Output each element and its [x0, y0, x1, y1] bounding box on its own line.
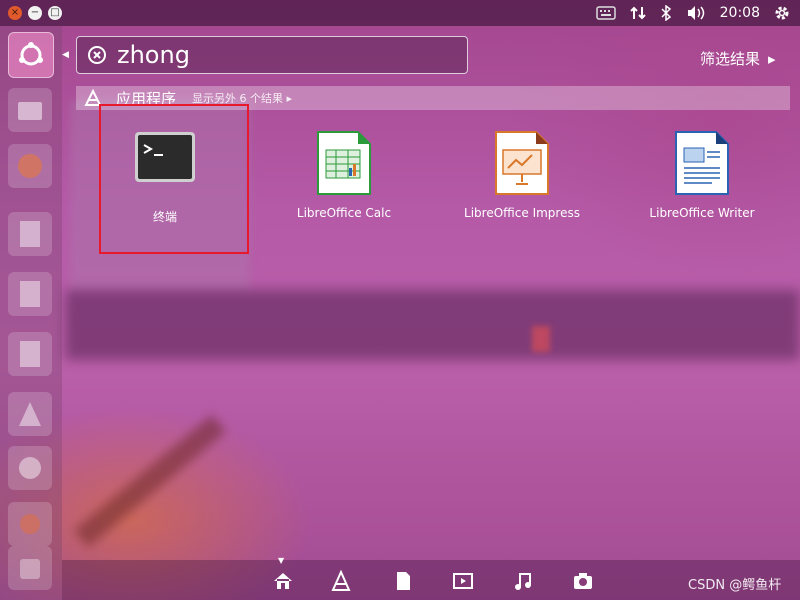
maximize-icon: □ [50, 7, 60, 18]
launcher-trash[interactable] [8, 546, 52, 590]
maximize-button[interactable]: □ [48, 6, 62, 20]
launcher-writer[interactable] [8, 212, 52, 256]
files-icon[interactable] [392, 570, 414, 592]
indicator-area: 20:08 [595, 5, 790, 21]
result-libreoffice-writer[interactable]: LibreOffice Writer [622, 130, 782, 220]
blurred-wallpaper-dot [532, 326, 550, 352]
result-label: LibreOffice Calc [296, 206, 392, 220]
clock[interactable]: 20:08 [720, 5, 760, 21]
result-label: LibreOffice Impress [464, 206, 580, 220]
libreoffice-impress-icon [495, 131, 549, 195]
close-icon: × [10, 7, 20, 18]
launcher-dash-button[interactable] [8, 32, 54, 78]
writer-icon [20, 221, 40, 247]
keyboard-icon[interactable] [595, 6, 616, 20]
settings-icon [20, 514, 40, 534]
software-center-icon [19, 402, 41, 426]
filter-results-label: 筛选结果 [700, 50, 761, 68]
libreoffice-calc-icon [317, 131, 371, 195]
bluetooth-icon[interactable] [660, 5, 672, 21]
result-libreoffice-calc[interactable]: LibreOffice Calc [264, 130, 424, 220]
minimize-button[interactable]: − [28, 6, 42, 20]
ubuntu-dash-icon [19, 42, 43, 66]
result-libreoffice-impress[interactable]: LibreOffice Impress [442, 130, 602, 220]
result-label: LibreOffice Writer [649, 206, 755, 220]
impress-icon [20, 341, 40, 367]
launcher-calc[interactable] [8, 272, 52, 316]
files-icon [18, 102, 42, 120]
close-button[interactable]: × [8, 6, 22, 20]
amazon-icon [19, 457, 41, 479]
launcher-software-center[interactable] [8, 392, 52, 436]
photo-icon[interactable] [572, 570, 594, 592]
music-icon[interactable] [512, 570, 534, 592]
active-lens-indicator-icon: ▼ [278, 556, 285, 565]
settings-icon[interactable] [774, 5, 790, 21]
home-icon[interactable] [272, 570, 294, 592]
launcher-files[interactable] [8, 88, 52, 132]
filter-results-button[interactable]: 筛选结果 ▸ [700, 48, 776, 69]
clear-search-icon[interactable] [87, 45, 107, 65]
volume-icon[interactable] [686, 5, 706, 21]
top-panel: × − □ 20:08 [0, 0, 800, 26]
highlight-annotation [99, 104, 249, 254]
calc-icon [20, 281, 40, 307]
trash-icon [20, 559, 40, 579]
launcher-amazon[interactable] [8, 446, 52, 490]
minimize-icon: − [30, 7, 40, 18]
launcher [0, 26, 62, 600]
applications-icon[interactable] [330, 570, 352, 592]
firefox-icon [18, 154, 42, 178]
libreoffice-writer-icon [675, 131, 729, 195]
launcher-active-arrow-icon: ◀ [62, 50, 69, 60]
search-input[interactable] [115, 40, 449, 70]
watermark: CSDN @鳄鱼杆 [688, 578, 782, 593]
filter-arrow-icon: ▸ [768, 49, 776, 68]
blurred-band [65, 290, 800, 360]
launcher-firefox[interactable] [8, 144, 52, 188]
network-icon[interactable] [629, 5, 646, 21]
launcher-settings[interactable] [8, 502, 52, 546]
search-box[interactable] [76, 36, 468, 74]
launcher-impress[interactable] [8, 332, 52, 376]
show-more-arrow-icon: ▸ [286, 92, 293, 105]
video-icon[interactable] [452, 570, 474, 592]
